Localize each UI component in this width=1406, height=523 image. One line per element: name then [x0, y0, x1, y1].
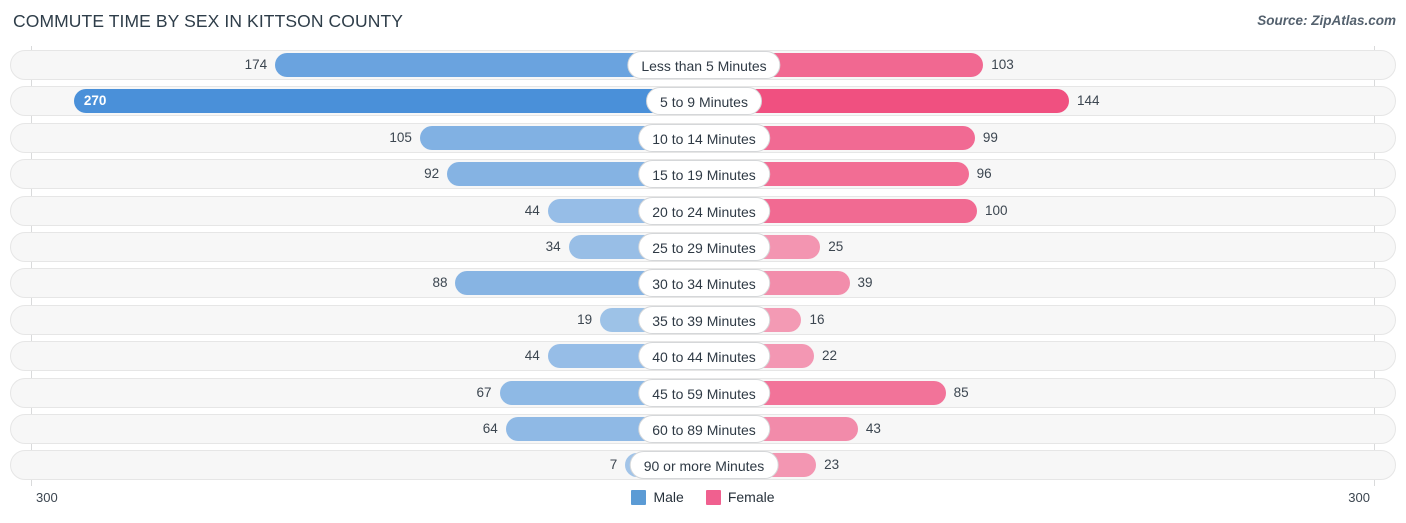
bar-value-male: 64	[482, 420, 498, 436]
bar-row: 7 23 90 or more Minutes	[0, 450, 1406, 481]
bar-male[interactable]	[73, 89, 704, 114]
bar-value-female: 85	[953, 384, 969, 400]
chart-legend: Male Female	[0, 489, 1406, 505]
category-label-pill: 20 to 24 Minutes	[638, 196, 770, 225]
bar-row: 64 43 60 to 89 Minutes	[0, 413, 1406, 444]
chart-plot-area: 174 103 Less than 5 Minutes 270 144 5 to 9 Mi…	[0, 46, 1406, 486]
legend-swatch-icon	[705, 489, 721, 505]
bar-value-female: 99	[982, 129, 998, 145]
bar-value-female: 144	[1076, 93, 1100, 109]
bar-value-male: 105	[389, 129, 412, 145]
category-label-pill: 5 to 9 Minutes	[646, 87, 762, 116]
bar-value-male: 92	[424, 166, 440, 182]
category-label-pill: 10 to 14 Minutes	[638, 123, 770, 152]
legend-swatch-icon	[631, 489, 647, 505]
bar-value-male: 19	[577, 311, 593, 327]
category-label-pill: Less than 5 Minutes	[627, 51, 781, 79]
legend-label: Female	[727, 489, 775, 505]
bar-value-male: 44	[524, 202, 540, 218]
page-title: COMMUTE TIME BY SEX IN KITTSON COUNTY	[13, 11, 404, 31]
category-label-pill: 60 to 89 Minutes	[638, 414, 770, 443]
bar-row: 34 25 25 to 29 Minutes	[0, 231, 1406, 262]
category-label-pill: 40 to 44 Minutes	[638, 342, 770, 371]
category-label-pill: 30 to 34 Minutes	[638, 269, 770, 298]
bar-value-female: 103	[991, 57, 1014, 72]
bar-value-female: 16	[809, 311, 825, 327]
bar-value-male: 174	[244, 57, 268, 72]
source-attribution: Source: ZipAtlas.com	[1257, 13, 1396, 28]
bar-value-male: 67	[476, 384, 492, 400]
bar-value-male: 270	[83, 93, 107, 109]
bar-value-female: 22	[821, 348, 837, 364]
bar-value-male: 88	[432, 275, 448, 291]
bar-value-female: 25	[828, 238, 844, 254]
bar-row: 67 85 45 to 59 Minutes	[0, 377, 1406, 408]
category-label-pill: 90 or more Minutes	[629, 451, 779, 480]
bar-value-male: 7	[609, 457, 618, 473]
bar-value-male: 44	[524, 348, 540, 364]
category-label-pill: 45 to 59 Minutes	[638, 378, 770, 407]
chart-footer: 300 300 Male Female	[0, 486, 1406, 523]
bar-row: 88 39 30 to 34 Minutes	[0, 268, 1406, 299]
category-label-pill: 25 to 29 Minutes	[638, 232, 770, 261]
legend-label: Male	[653, 489, 684, 505]
bar-row: 270 144 5 to 9 Minutes	[0, 86, 1406, 117]
bar-row: 44 100 20 to 24 Minutes	[0, 195, 1406, 226]
bar-row: 174 103 Less than 5 Minutes	[0, 50, 1406, 80]
legend-item[interactable]: Female	[705, 489, 775, 505]
category-label-pill: 35 to 39 Minutes	[638, 305, 770, 334]
legend-item[interactable]: Male	[631, 489, 684, 505]
bar-rows: 174 103 Less than 5 Minutes 270 144 5 to 9 Mi…	[0, 50, 1406, 487]
bar-value-female: 43	[865, 420, 881, 436]
chart-header: COMMUTE TIME BY SEX IN KITTSON COUNTY So…	[0, 0, 1406, 46]
bar-value-female: 96	[976, 166, 992, 182]
bar-row: 19 16 35 to 39 Minutes	[0, 304, 1406, 335]
bar-row: 105 99 10 to 14 Minutes	[0, 122, 1406, 153]
bar-row: 92 96 15 to 19 Minutes	[0, 159, 1406, 190]
bar-row: 44 22 40 to 44 Minutes	[0, 341, 1406, 372]
bar-value-female: 39	[857, 275, 873, 291]
bar-value-female: 23	[824, 457, 840, 473]
bar-value-male: 34	[545, 238, 561, 254]
bar-value-female: 100	[985, 202, 1008, 218]
category-label-pill: 15 to 19 Minutes	[638, 160, 770, 189]
